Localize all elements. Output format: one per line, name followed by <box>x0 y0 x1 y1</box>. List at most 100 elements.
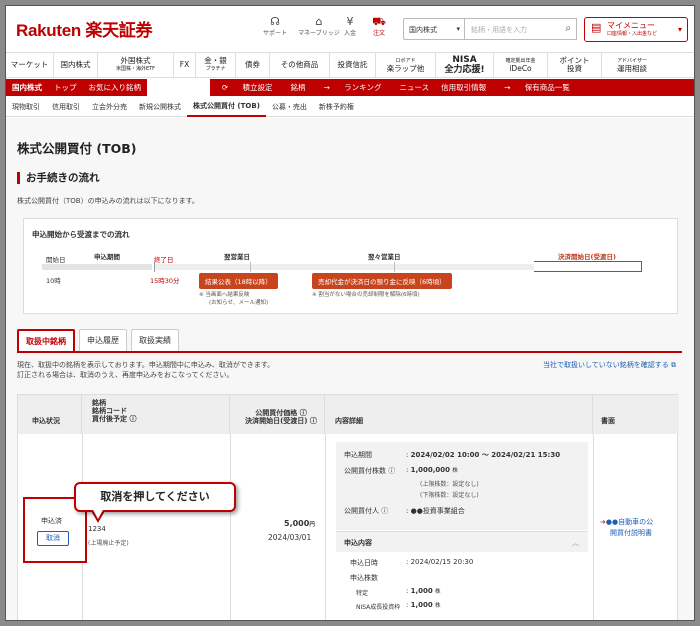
subnav-news[interactable]: ニュース <box>393 82 435 93</box>
recurring-icon: ⟳ <box>221 83 231 92</box>
page-frame: Rakuten 楽天証券 ☊ サポート ⌂ マネーブリッジ ¥ 入金 ⛟ 注文 国内株式… <box>5 5 695 621</box>
subnav2-cash[interactable]: 現物取引 <box>6 97 46 117</box>
subnav-favorites[interactable]: お気に入り銘柄 <box>83 82 148 93</box>
lower-limit: (下限株数：設定なし) <box>420 492 479 499</box>
market-select[interactable]: 国内株式 <box>403 18 465 40</box>
chevron-down-icon: ▾ <box>677 25 682 34</box>
period-value: : 2024/02/02 10:00 〜 2024/02/21 15:30 <box>406 451 561 459</box>
unlisted-stocks-link[interactable]: 当社で取扱いしていない銘柄を確認する ⧉ <box>543 360 676 370</box>
cart-icon: ⛟ <box>372 15 386 28</box>
settle-date: 2024/03/01 <box>268 533 312 542</box>
flow-period-label: 申込期間 <box>94 253 120 261</box>
col-stock-header: 銘柄 銘柄コード 買付後予定 ⓘ <box>82 395 230 434</box>
tokutei-value: : 1,000 株 <box>406 587 441 595</box>
subnav2-tob[interactable]: 株式公開買付 (TOB) <box>187 97 266 117</box>
info-text: 現在、取扱中の銘柄を表示しております。申込期間中に申込み、取消ができます。 訂正… <box>17 361 275 379</box>
app-date-value: : 2024/02/15 20:30 <box>406 558 474 566</box>
nav-item-fx[interactable]: FX <box>174 53 196 77</box>
nisa-label: NISA成長投資枠 <box>356 604 401 611</box>
flow-end-time: 15時30分 <box>150 277 180 285</box>
flow-start-label: 開始日 <box>46 256 66 264</box>
header: Rakuten 楽天証券 ☊ サポート ⌂ マネーブリッジ ¥ 入金 ⛟ 注文 国内株式… <box>6 6 694 50</box>
subnav2-po[interactable]: 公募・売出 <box>266 97 313 117</box>
prospectus-link[interactable]: ➜●●自動車の公 開買付説明書 <box>600 517 653 539</box>
main-content: 株式公開買付 (TOB) お手続きの流れ 株式公開買付（TOB）の申込みの流れは… <box>6 118 694 620</box>
result-announce-pill: 結果公表（18時以降） <box>199 273 278 289</box>
flow-note-1b: (お知らせ、メール通知) <box>209 300 269 306</box>
nav-item-nisa[interactable]: NISA 全力応援! <box>436 53 494 77</box>
nav-item-advisor[interactable]: アドバイザー 運用相談 <box>602 53 662 77</box>
search-icon[interactable]: ⌕ <box>565 23 571 34</box>
proceeds-pill: 売却代金が決済日の預り金に反映（6時頃） <box>312 273 452 289</box>
main-nav: マーケット 国内株式 外国株式 米国株・海外ETF FX 金・銀 プラチナ 債券 そ… <box>6 52 694 78</box>
external-link-icon: ⧉ <box>671 361 676 369</box>
subnav2-ipo[interactable]: 新規公開株式 <box>133 97 187 117</box>
stock-code[interactable]: 1234 <box>88 525 106 533</box>
order-subnav: 現物取引 信用取引 立会外分売 新規公開株式 株式公開買付 (TOB) 公募・売… <box>6 97 694 117</box>
cart-icon: ⛟ <box>159 82 171 92</box>
shares-value: : 1,000,000 株 <box>406 466 458 474</box>
flow-start-time: 10時 <box>46 277 61 285</box>
chevron-up-icon[interactable]: ︿ <box>572 538 579 548</box>
headset-icon: ☊ <box>270 15 280 28</box>
nav-item-bond[interactable]: 債券 <box>236 53 270 77</box>
section-title: お手続きの流れ <box>17 172 100 184</box>
detail-box: 申込期間 : 2024/02/02 10:00 〜 2024/02/21 15:… <box>336 442 588 530</box>
rakuten-logo[interactable]: Rakuten 楽天証券 <box>16 16 153 41</box>
subnav-top[interactable]: トップ <box>48 82 83 93</box>
stock-plan: (上場廃止予定) <box>88 540 129 547</box>
help-icon: ⓘ <box>299 409 307 417</box>
flow-settle-label: 決済開始日(受渡日) <box>558 253 616 261</box>
subnav2-rights[interactable]: 新株予約権 <box>313 97 360 117</box>
agent-label: 公開買付人 ⓘ <box>344 507 389 515</box>
account-icon: ▤ <box>591 21 602 34</box>
nav-item-jp-stock[interactable]: 国内株式 <box>54 53 98 77</box>
flow-box: 申込開始から受渡までの流れ 開始日 申込期間 終了日 翌営業日 翌々営業日 決済… <box>23 218 678 314</box>
nav-item-point[interactable]: ポイント 投資 <box>548 53 602 77</box>
nav-item-gold[interactable]: 金・銀 プラチナ <box>196 53 236 77</box>
flow-divider <box>250 262 251 272</box>
tab-history[interactable]: 申込履歴 <box>79 329 127 351</box>
my-menu-button[interactable]: ▤ マイメニュー 口座情報・入出金など ▾ <box>584 17 688 42</box>
tab-active-stocks[interactable]: 取扱中銘柄 <box>17 329 75 351</box>
flow-note-2: ※ 割当がない場合の売却制限を解除(6時頃) <box>312 292 420 298</box>
period-label: 申込期間 <box>344 451 372 459</box>
application-box: 申込内容 ︿ 申込日時 : 2024/02/15 20:30 申込株数 特定 :… <box>336 531 588 620</box>
support-button[interactable]: ☊ サポート <box>258 15 292 38</box>
flow-divider <box>394 262 395 272</box>
nav-item-ideco[interactable]: 確定拠出年金 iDeCo <box>494 53 548 77</box>
order-button[interactable]: ⛟ 注文 <box>362 15 396 38</box>
agent-value: : ●●投資事業組合 <box>406 507 465 515</box>
subnav-ranking[interactable]: → ランキング <box>312 82 394 93</box>
subnav-margin[interactable]: 信用取引情報 <box>435 82 492 93</box>
col-price-header: 公開買付価格 ⓘ 決済開始日(受渡日) ⓘ <box>230 395 325 434</box>
app-date-label: 申込日時 <box>350 559 378 567</box>
divider <box>325 434 326 620</box>
flow-note-1a: ※ 当画面へ結果反映 <box>199 292 250 298</box>
nav-item-foreign-stock[interactable]: 外国株式 米国株・海外ETF <box>98 53 174 77</box>
nav-item-fund[interactable]: 投資信託 <box>330 53 376 77</box>
col-doc-header: 書面 <box>593 395 679 434</box>
status-text: 申込済 <box>41 517 62 525</box>
nav-item-other[interactable]: その他商品 <box>270 53 330 77</box>
subnav-recurring[interactable]: ⟳ 積立設定 <box>210 82 285 93</box>
flow-divider <box>154 262 155 272</box>
subnav-stock[interactable]: 銘柄 <box>285 82 312 93</box>
tob-price: 5,000円 <box>284 519 315 528</box>
help-icon: ⓘ <box>381 507 389 515</box>
tab-record[interactable]: 取扱実績 <box>131 329 179 351</box>
search-input[interactable]: 銘柄・用語を入力 ⌕ <box>465 18 577 40</box>
subnav2-offfloor[interactable]: 立会外分売 <box>86 97 133 117</box>
flow-next-label: 翌営業日 <box>224 253 250 261</box>
shares-label: 公開買付株数 ⓘ <box>344 467 396 475</box>
flow-title: 申込開始から受渡までの流れ <box>32 230 130 239</box>
subnav2-margin[interactable]: 信用取引 <box>46 97 86 117</box>
cancel-button[interactable]: 取消 <box>37 531 69 546</box>
nav-item-market[interactable]: マーケット <box>6 53 54 77</box>
page-title: 株式公開買付 (TOB) <box>17 141 137 156</box>
help-icon: ⓘ <box>388 467 396 475</box>
subnav-holdings[interactable]: → 保有商品一覧 <box>492 82 582 93</box>
subnav-order[interactable]: ⛟ 注文 <box>147 79 210 96</box>
nav-item-robo[interactable]: ロボアド 楽ラップ他 <box>376 53 436 77</box>
jp-stock-subnav: 国内株式 トップ お気に入り銘柄 ⛟ 注文 ⟳ 積立設定 銘柄 → ランキング … <box>6 79 694 96</box>
